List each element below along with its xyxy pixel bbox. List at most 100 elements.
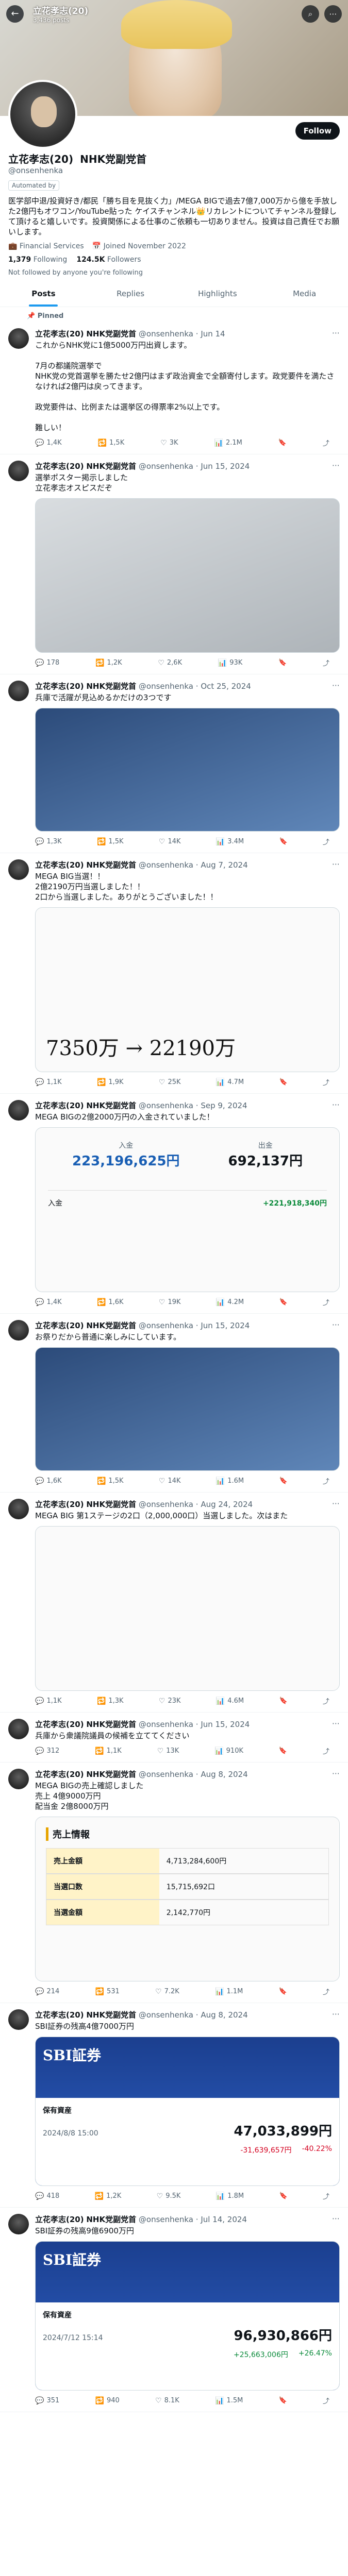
like-button[interactable]: ♡ 2,6K (158, 658, 182, 668)
like-button[interactable]: ♡ 3K (160, 438, 178, 448)
post-row[interactable]: 立花孝志(20) NHK党副党首 @onsenhenka · Aug 8, 20… (0, 2003, 348, 2208)
post-media[interactable]: 入金 223,196,625円 出金 692,137円 入金 +221,918,… (35, 1127, 340, 1292)
bookmark-icon[interactable]: 🔖 (279, 1476, 287, 1486)
reply-button[interactable]: 💬 1,6K (35, 1476, 62, 1486)
post-item[interactable]: 📌 Pinned 立花孝志(20) NHK党副党首 @onsenhenka · … (0, 307, 348, 454)
post-media[interactable] (35, 1526, 340, 1691)
post-more-icon[interactable]: ⋯ (332, 859, 340, 869)
post-item[interactable]: 立花孝志(20) NHK党副党首 @onsenhenka · Jun 15, 2… (0, 454, 348, 674)
post-item[interactable]: 立花孝志(20) NHK党副党首 @onsenhenka · Aug 8, 20… (0, 1762, 348, 2003)
repost-button[interactable]: 🔁 940 (95, 2396, 120, 2405)
more-icon[interactable]: ⋯ (324, 5, 342, 23)
bookmark-icon[interactable]: 🔖 (279, 1987, 287, 1996)
post-author[interactable]: 立花孝志(20) (35, 682, 84, 691)
post-item[interactable]: 立花孝志(20) NHK党副党首 @onsenhenka · Oct 25, 2… (0, 674, 348, 853)
like-button[interactable]: ♡ 14K (159, 837, 181, 846)
views-button[interactable]: 📊 1.1M (215, 1987, 243, 1996)
bookmark-icon[interactable]: 🔖 (279, 837, 287, 846)
reply-button[interactable]: 💬 178 (35, 658, 59, 668)
bookmark-icon[interactable]: 🔖 (279, 1297, 287, 1307)
post-author[interactable]: 立花孝志(20) (35, 2215, 84, 2224)
share-icon[interactable]: ⤴ (323, 438, 329, 448)
repost-button[interactable]: 🔁 1,3K (97, 1696, 124, 1706)
repost-button[interactable]: 🔁 531 (95, 1987, 120, 1996)
repost-button[interactable]: 🔁 1,2K (95, 658, 122, 668)
post-avatar[interactable] (8, 1100, 29, 1121)
share-icon[interactable]: ⤴ (323, 2191, 329, 2201)
search-icon[interactable]: ⌕ (302, 5, 319, 23)
like-button[interactable]: ♡ 7.2K (155, 1987, 179, 1996)
tab-posts[interactable]: Posts (0, 281, 87, 307)
post-avatar[interactable] (8, 461, 29, 481)
post-more-icon[interactable]: ⋯ (332, 681, 340, 690)
share-icon[interactable]: ⤴ (323, 837, 329, 846)
bookmark-icon[interactable]: 🔖 (278, 438, 287, 448)
repost-button[interactable]: 🔁 1,9K (97, 1077, 124, 1087)
post-media[interactable]: 7350万 → 22190万 (35, 907, 340, 1072)
views-button[interactable]: 📊 1.6M (216, 1476, 244, 1486)
post-date[interactable]: Aug 8, 2024 (201, 2010, 247, 2020)
post-date[interactable]: Jul 14, 2024 (201, 2215, 247, 2224)
post-more-icon[interactable]: ⋯ (332, 461, 340, 470)
post-more-icon[interactable]: ⋯ (332, 1769, 340, 1778)
share-icon[interactable]: ⤴ (323, 1696, 329, 1706)
post-row[interactable]: 立花孝志(20) NHK党副党首 @onsenhenka · Aug 24, 2… (0, 1493, 348, 1713)
reply-button[interactable]: 💬 312 (35, 1746, 59, 1756)
post-avatar[interactable] (8, 859, 29, 880)
post-media[interactable]: SBI証券 保有資産 2024/8/8 15:00 47,033,899円 -3… (35, 2037, 340, 2186)
post-more-icon[interactable]: ⋯ (332, 2214, 340, 2223)
post-row[interactable]: 立花孝志(20) NHK党副党首 @onsenhenka · Oct 25, 2… (0, 674, 348, 853)
post-author[interactable]: 立花孝志(20) (35, 1321, 84, 1330)
post-item[interactable]: 立花孝志(20) NHK党副党首 @onsenhenka · Aug 24, 2… (0, 1493, 348, 1713)
post-row[interactable]: 立花孝志(20) NHK党副党首 @onsenhenka · Aug 7, 20… (0, 853, 348, 1094)
bookmark-icon[interactable]: 🔖 (279, 1077, 287, 1087)
repost-button[interactable]: 🔁 1,2K (95, 2191, 122, 2201)
bookmark-icon[interactable]: 🔖 (279, 1696, 287, 1706)
post-avatar[interactable] (8, 1499, 29, 1519)
post-date[interactable]: Sep 9, 2024 (201, 1101, 247, 1110)
bookmark-icon[interactable]: 🔖 (278, 658, 287, 668)
post-author[interactable]: 立花孝志(20) (35, 2010, 84, 2020)
post-media[interactable]: SBI証券 保有資産 2024/7/12 15:14 96,930,866円 +… (35, 2241, 340, 2391)
post-row[interactable]: 立花孝志(20) NHK党副党首 @onsenhenka · Aug 8, 20… (0, 1762, 348, 2003)
post-media[interactable] (35, 498, 340, 653)
post-row[interactable]: 立花孝志(20) NHK党副党首 @onsenhenka · Jul 14, 2… (0, 2208, 348, 2412)
views-button[interactable]: 📊 1.8M (216, 2191, 244, 2201)
post-date[interactable]: Jun 15, 2024 (201, 1720, 250, 1729)
post-date[interactable]: Aug 24, 2024 (201, 1500, 253, 1509)
share-icon[interactable]: ⤴ (323, 1746, 329, 1756)
back-arrow-icon[interactable]: ← (6, 5, 24, 23)
reply-button[interactable]: 💬 1,3K (35, 837, 62, 846)
like-button[interactable]: ♡ 13K (157, 1746, 179, 1756)
like-button[interactable]: ♡ 25K (159, 1077, 181, 1087)
views-button[interactable]: 📊 4.7M (216, 1077, 244, 1087)
repost-button[interactable]: 🔁 1,5K (97, 1476, 124, 1486)
tab-highlights[interactable]: Highlights (174, 281, 261, 307)
follow-button[interactable]: Follow (295, 122, 340, 140)
post-avatar[interactable] (8, 1320, 29, 1341)
post-media[interactable] (35, 708, 340, 832)
post-row[interactable]: 立花孝志(20) NHK党副党首 @onsenhenka · Sep 9, 20… (0, 1094, 348, 1314)
views-button[interactable]: 📊 2.1M (214, 438, 242, 448)
post-author[interactable]: 立花孝志(20) (35, 1720, 84, 1729)
post-more-icon[interactable]: ⋯ (332, 1719, 340, 1728)
views-button[interactable]: 📊 3.4M (216, 837, 244, 846)
post-date[interactable]: Aug 7, 2024 (201, 860, 247, 870)
post-avatar[interactable] (8, 328, 29, 349)
views-button[interactable]: 📊 4.2M (216, 1297, 244, 1307)
post-avatar[interactable] (8, 2009, 29, 2030)
avatar[interactable] (8, 80, 77, 149)
post-more-icon[interactable]: ⋯ (332, 2009, 340, 2019)
post-date[interactable]: Oct 25, 2024 (201, 682, 251, 691)
post-item[interactable]: 立花孝志(20) NHK党副党首 @onsenhenka · Sep 9, 20… (0, 1094, 348, 1314)
post-row[interactable]: 立花孝志(20) NHK党副党首 @onsenhenka · Jun 14 ⋯ … (0, 322, 348, 454)
repost-button[interactable]: 🔁 1,5K (97, 837, 124, 846)
views-button[interactable]: 📊 910K (214, 1746, 243, 1756)
share-icon[interactable]: ⤴ (323, 658, 329, 668)
post-row[interactable]: 立花孝志(20) NHK党副党首 @onsenhenka · Jun 15, 2… (0, 1314, 348, 1493)
following-stat[interactable]: 1,379 Following (8, 256, 67, 264)
post-author[interactable]: 立花孝志(20) (35, 860, 84, 870)
post-avatar[interactable] (8, 2214, 29, 2234)
post-item[interactable]: 立花孝志(20) NHK党副党首 @onsenhenka · Aug 8, 20… (0, 2003, 348, 2208)
post-author[interactable]: 立花孝志(20) (35, 462, 84, 471)
